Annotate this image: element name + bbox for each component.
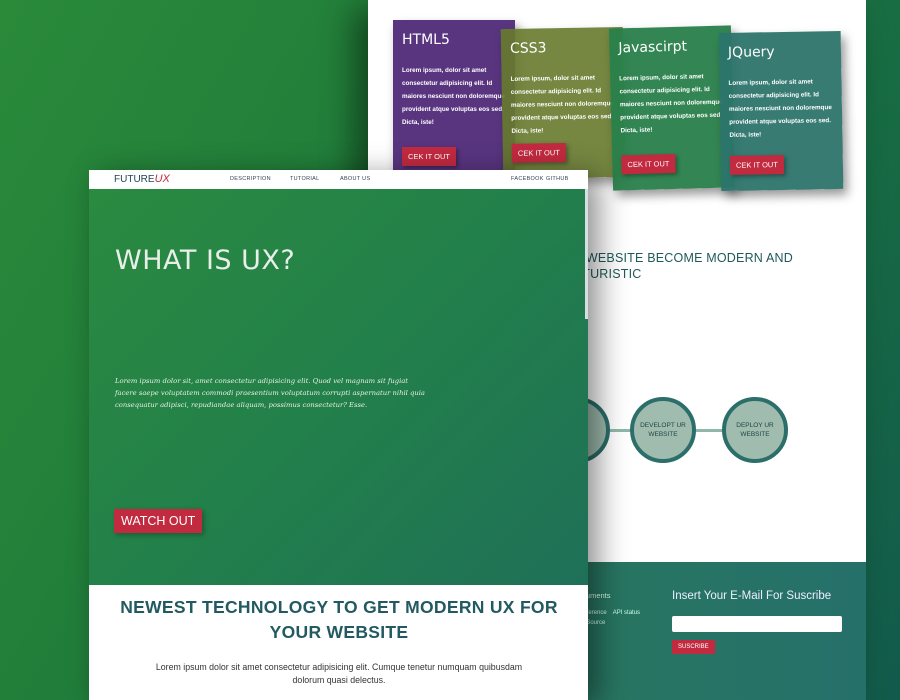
nav-link-about-us[interactable]: ABOUT US — [340, 176, 370, 182]
card-title: JQuery — [727, 44, 775, 61]
logo-accent: UX — [154, 173, 170, 185]
card-html5: HTML5 Lorem ipsum, dolor sit amet consec… — [393, 20, 515, 182]
cek-it-out-button[interactable]: CEK IT OUT — [402, 147, 456, 166]
scrollbar[interactable] — [585, 189, 588, 319]
nav-link-facebook[interactable]: FACEBOOK — [511, 176, 544, 182]
logo-text: FUTURE — [114, 174, 155, 185]
cek-it-out-button[interactable]: CEK IT OUT — [729, 154, 785, 175]
hero-text: Lorem ipsum dolor sit, amet consectetur … — [115, 377, 425, 409]
hero-title: WHAT IS UX? — [115, 245, 296, 276]
section-heading: NEWEST TECHNOLOGY TO GET MODERN UX FOR Y… — [120, 597, 558, 642]
email-field[interactable] — [672, 616, 842, 632]
subscribe-title: Insert Your E-Mail For Suscribe — [672, 590, 832, 602]
cek-it-out-button[interactable]: CEK IT OUT — [621, 153, 676, 175]
card-css3: CSS3 Lorem ipsum, dolor sit amet consect… — [500, 26, 626, 180]
logo[interactable]: FUTUREUX — [114, 173, 170, 185]
card-javascript: Javascirpt Lorem ipsum, dolor sit amet c… — [608, 25, 736, 191]
card-title: Javascirpt — [618, 38, 688, 57]
timeline-step: DEPLOY UR WEBSITE — [722, 397, 788, 463]
card-title: HTML5 — [402, 32, 450, 48]
footer-link[interactable]: API status — [613, 610, 640, 616]
cek-it-out-button[interactable]: CEK IT OUT — [511, 142, 566, 163]
section-text: Lorem ipsum dolor sit amet consectetur a… — [155, 662, 523, 685]
front-page-preview: FUTUREUX DESCRIPTION TUTORIAL ABOUT US F… — [89, 170, 588, 700]
timeline-step: DEVELOPT UR WEBSITE — [630, 397, 696, 463]
card-text: Lorem ipsum, dolor sit amet consectetur … — [402, 67, 505, 126]
card-text: Lorem ipsum, dolor sit amet consectetur … — [510, 74, 614, 135]
nav-link-tutorial[interactable]: TUTORIAL — [290, 176, 320, 182]
card-title: CSS3 — [509, 40, 547, 57]
card-text: Lorem ipsum, dolor sit amet consectetur … — [728, 78, 832, 139]
card-jquery: JQuery Lorem ipsum, dolor sit amet conse… — [718, 30, 844, 192]
nav-link-description[interactable]: DESCRIPTION — [230, 176, 271, 182]
card-text: Lorem ipsum, dolor sit amet consectetur … — [619, 73, 723, 135]
watch-out-button[interactable]: WATCH OUT — [114, 509, 203, 533]
navbar: FUTUREUX DESCRIPTION TUTORIAL ABOUT US F… — [89, 170, 588, 189]
back-section-heading: R WEBSITE BECOME MODERN AND UTURISTIC — [573, 251, 794, 281]
hero-section: WHAT IS UX? Lorem ipsum dolor sit, amet … — [89, 189, 588, 585]
subscribe-button[interactable]: SUSCRIBE — [672, 640, 715, 654]
footer-links: I reference API status en Source — [578, 608, 646, 628]
nav-link-github[interactable]: GITHUB — [546, 176, 569, 182]
